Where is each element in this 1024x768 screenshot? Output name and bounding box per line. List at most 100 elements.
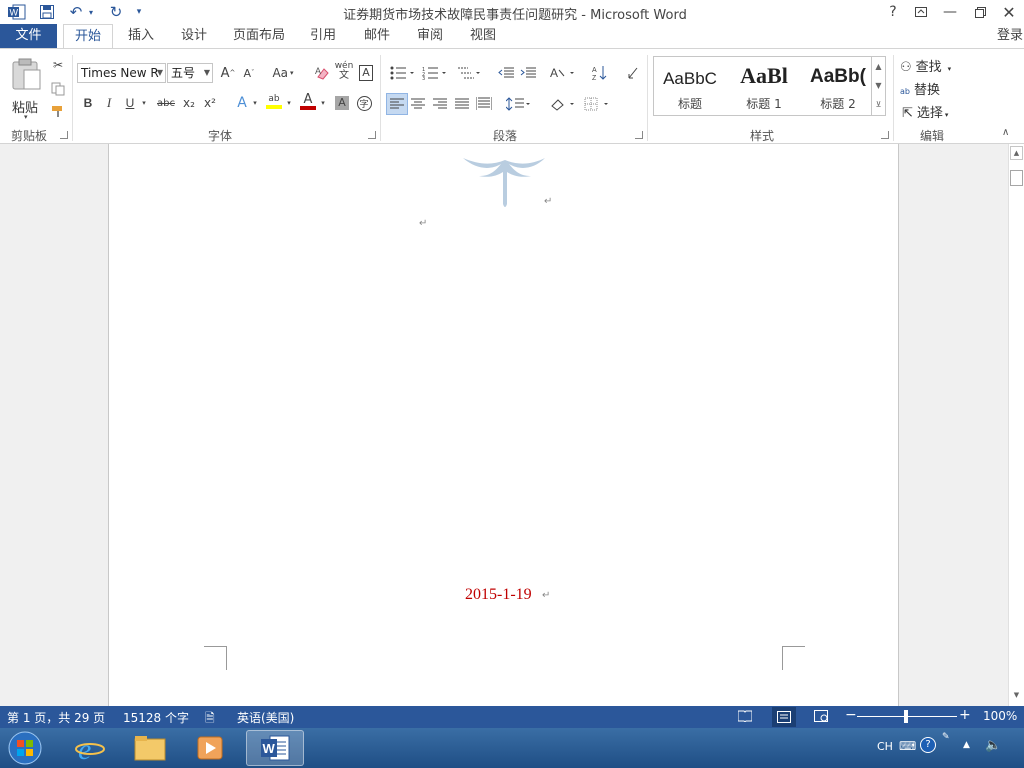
text-effects-dropdown-icon[interactable]: ▾ (250, 93, 260, 113)
style-heading-1[interactable]: AaBl 标题 1 (728, 57, 800, 115)
zoom-slider-thumb[interactable] (904, 710, 908, 723)
tab-insert[interactable]: 插入 (122, 24, 160, 48)
media-player-icon[interactable] (182, 730, 238, 766)
character-border-icon[interactable]: A (356, 63, 376, 83)
style-heading-2[interactable]: AaBb( 标题 2 (802, 57, 874, 115)
undo-icon[interactable]: ↶ (66, 2, 86, 22)
redo-icon[interactable]: ↻ (106, 2, 126, 22)
subscript-button[interactable]: x₂ (179, 93, 199, 113)
font-size-select[interactable]: 五号 ▼ (167, 63, 213, 83)
grow-font-icon[interactable]: A ^ (218, 63, 238, 83)
date-text[interactable]: 2015-1-19 (465, 586, 532, 604)
style-title[interactable]: AaBbC 标题 (654, 57, 726, 115)
cut-icon[interactable]: ✂ (48, 55, 68, 75)
tab-page-layout[interactable]: 页面布局 (228, 24, 290, 48)
close-icon[interactable]: ✕ (995, 0, 1023, 24)
tab-file[interactable]: 文件 (0, 24, 57, 48)
zoom-in-icon[interactable]: + (959, 707, 971, 723)
ribbon-display-options-icon[interactable] (907, 0, 935, 24)
font-launcher-icon[interactable] (368, 131, 376, 139)
scroll-up-icon[interactable]: ▲ (1010, 146, 1023, 160)
shading-button[interactable] (548, 94, 578, 114)
styles-launcher-icon[interactable] (881, 131, 889, 139)
increase-indent-icon[interactable] (518, 63, 538, 83)
file-explorer-icon[interactable] (122, 730, 178, 766)
document-page[interactable]: ↵ ↵ 2015-1-19 ↵ (108, 144, 899, 706)
scroll-down-icon[interactable]: ▼ (1010, 689, 1023, 703)
line-spacing-button[interactable] (504, 94, 534, 114)
underline-button[interactable]: U (120, 93, 140, 113)
help-button[interactable]: ? (879, 0, 907, 24)
bold-button[interactable]: B (78, 93, 98, 113)
zoom-level[interactable]: 100% (983, 709, 1017, 723)
align-center-button[interactable] (408, 94, 428, 114)
vertical-scrollbar[interactable]: ▲ ▼ (1008, 144, 1024, 706)
keyboard-icon[interactable]: ⌨ (899, 739, 916, 753)
superscript-button[interactable]: x² (200, 93, 220, 113)
paragraph-launcher-icon[interactable] (635, 131, 643, 139)
bullets-button[interactable] (388, 63, 418, 83)
font-color-icon[interactable]: A (298, 91, 318, 111)
tab-review[interactable]: 审阅 (411, 24, 449, 48)
underline-dropdown-icon[interactable]: ▾ (138, 93, 150, 113)
show-hide-marks-icon[interactable] (622, 63, 642, 83)
collapse-ribbon-icon[interactable]: ∧ (1002, 127, 1009, 138)
styles-more-icon[interactable]: ⊻ (872, 95, 885, 114)
highlight-icon[interactable]: ab (264, 91, 284, 111)
customize-quick-access-icon[interactable]: ▾ (132, 2, 146, 22)
format-painter-icon[interactable] (48, 101, 68, 121)
sort-icon[interactable]: AZ (590, 63, 610, 83)
read-mode-icon[interactable] (737, 710, 753, 725)
multilevel-list-button[interactable] (454, 63, 484, 83)
undo-dropdown-icon[interactable]: ▾ (86, 2, 96, 22)
internet-explorer-icon[interactable]: e (62, 730, 118, 766)
clear-formatting-icon[interactable]: A (312, 63, 332, 83)
align-right-button[interactable] (430, 94, 450, 114)
pen-icon[interactable]: ✎ (942, 732, 950, 742)
restore-icon[interactable] (966, 0, 994, 24)
borders-button[interactable] (582, 94, 612, 114)
save-icon[interactable] (36, 2, 58, 22)
clipboard-launcher-icon[interactable] (60, 131, 68, 139)
web-layout-icon[interactable] (814, 710, 828, 725)
text-effects-icon[interactable]: A (232, 93, 252, 113)
select-button[interactable]: ⇱ 选择 ▾ (902, 102, 966, 121)
tab-view[interactable]: 视图 (464, 24, 502, 48)
language-indicator[interactable]: 英语(美国) (237, 709, 294, 726)
word-app-icon[interactable]: W (6, 2, 28, 22)
font-name-select[interactable]: Times New R ▼ (77, 63, 166, 83)
copy-icon[interactable] (48, 79, 68, 99)
font-color-dropdown-icon[interactable]: ▾ (318, 93, 328, 113)
volume-icon[interactable]: 🔈 (985, 738, 1001, 753)
phonetic-guide-icon[interactable]: wén 文 (334, 61, 354, 81)
decrease-indent-icon[interactable] (496, 63, 516, 83)
tab-references[interactable]: 引用 (304, 24, 342, 48)
styles-up-icon[interactable]: ▲ (872, 57, 885, 76)
enclose-characters-icon[interactable]: 字 (354, 93, 374, 113)
print-layout-icon[interactable] (772, 707, 796, 727)
show-hidden-icons[interactable]: ▲ (963, 740, 970, 750)
scroll-thumb[interactable] (1010, 170, 1023, 186)
numbering-button[interactable]: 123 (420, 63, 450, 83)
proofing-icon[interactable]: 🗎 (205, 709, 215, 730)
page-count[interactable]: 第 1 页，共 29 页 (7, 709, 105, 726)
help-icon[interactable]: ? (920, 737, 936, 753)
styles-scroll[interactable]: ▲ ▼ ⊻ (871, 57, 885, 115)
italic-button[interactable]: I (99, 93, 119, 113)
word-taskbar-button[interactable]: W (246, 730, 304, 766)
character-shading-icon[interactable]: A (332, 93, 352, 113)
zoom-out-icon[interactable]: − (845, 707, 857, 723)
tab-design[interactable]: 设计 (175, 24, 213, 48)
strikethrough-button[interactable]: abc (154, 93, 178, 113)
styles-down-icon[interactable]: ▼ (872, 76, 885, 95)
tab-mailings[interactable]: 邮件 (358, 24, 396, 48)
start-button[interactable] (0, 730, 50, 766)
align-left-button[interactable] (386, 93, 408, 115)
tab-home[interactable]: 开始 (63, 24, 113, 49)
login-link[interactable]: 登录 (990, 24, 1024, 48)
find-button[interactable]: ⚇ 查找 ▾ (900, 56, 964, 75)
replace-button[interactable]: ab 替换 (900, 79, 964, 98)
highlight-dropdown-icon[interactable]: ▾ (284, 93, 294, 113)
input-language-indicator[interactable]: CH (877, 740, 893, 753)
justify-button[interactable] (452, 94, 472, 114)
